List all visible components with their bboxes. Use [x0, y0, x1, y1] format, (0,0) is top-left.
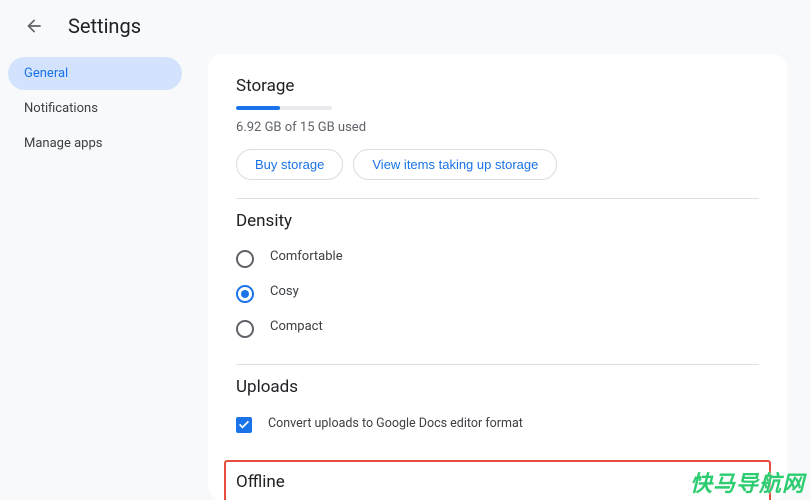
offline-section: Offline Create, open and edit your recen… [236, 466, 759, 500]
arrow-left-icon [24, 16, 44, 36]
sidebar-item-label: Notifications [24, 101, 98, 116]
radio-icon [236, 285, 254, 303]
density-title: Density [236, 211, 759, 231]
offline-title: Offline [236, 472, 759, 492]
settings-panel: Storage 6.92 GB of 15 GB used Buy storag… [208, 54, 787, 500]
storage-progress-fill [236, 106, 280, 110]
storage-section: Storage 6.92 GB of 15 GB used Buy storag… [236, 64, 759, 198]
storage-progress [236, 106, 332, 110]
checkbox-icon [236, 417, 252, 433]
page-title: Settings [68, 14, 141, 38]
sidebar-item-notifications[interactable]: Notifications [8, 92, 182, 125]
sidebar: General Notifications Manage apps [0, 52, 190, 500]
sidebar-item-general[interactable]: General [8, 57, 182, 90]
uploads-title: Uploads [236, 377, 759, 397]
radio-icon [236, 250, 254, 268]
sidebar-item-manage-apps[interactable]: Manage apps [8, 127, 182, 160]
buy-storage-button[interactable]: Buy storage [236, 149, 343, 180]
uploads-convert-option[interactable]: Convert uploads to Google Docs editor fo… [236, 407, 759, 442]
offline-highlight: Offline Create, open and edit your recen… [224, 460, 771, 500]
density-section: Density Comfortable Cosy Compact [236, 198, 759, 364]
checkbox-label: Convert uploads to Google Docs editor fo… [268, 415, 523, 434]
sidebar-item-label: Manage apps [24, 136, 102, 151]
density-option-comfortable[interactable]: Comfortable [236, 241, 759, 276]
radio-icon [236, 320, 254, 338]
radio-label: Comfortable [270, 249, 343, 264]
density-option-cosy[interactable]: Cosy [236, 276, 759, 311]
uploads-section: Uploads Convert uploads to Google Docs e… [236, 364, 759, 460]
view-storage-items-button[interactable]: View items taking up storage [353, 149, 557, 180]
storage-used-text: 6.92 GB of 15 GB used [236, 120, 759, 135]
radio-label: Compact [270, 319, 323, 334]
density-option-compact[interactable]: Compact [236, 311, 759, 346]
back-button[interactable] [18, 10, 50, 42]
storage-title: Storage [236, 76, 759, 96]
radio-label: Cosy [270, 284, 299, 299]
sidebar-item-label: General [24, 66, 68, 81]
